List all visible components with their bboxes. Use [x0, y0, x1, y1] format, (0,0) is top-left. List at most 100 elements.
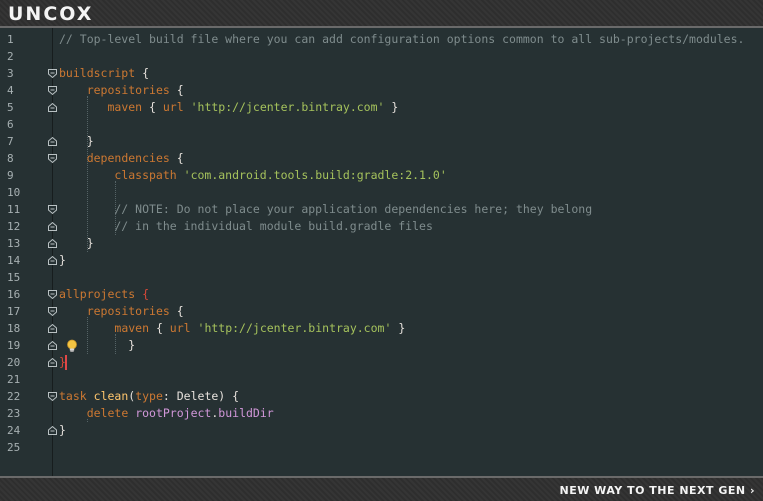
code-line[interactable]: 9 classpath 'com.android.tools.build:gra… [0, 167, 763, 184]
code-token: } [391, 321, 406, 335]
code-line[interactable]: 4 repositories { [0, 82, 763, 99]
code-text: delete rootProject.buildDir [59, 405, 274, 422]
code-token: allprojects [59, 287, 136, 301]
code-token: { [169, 304, 184, 318]
fold-collapse-icon[interactable] [47, 306, 58, 317]
code-line[interactable]: 13 } [0, 235, 763, 252]
code-token: { [169, 151, 184, 165]
fold-end-icon [48, 340, 57, 350]
code-token: { [142, 100, 163, 114]
code-editor[interactable]: 1 // Top-level build file where you can a… [0, 28, 763, 476]
fold-collapse-icon[interactable] [47, 391, 58, 402]
code-token: 'http://jcenter.bintray.com' [197, 321, 392, 335]
line-number: 14 [7, 254, 21, 267]
code-token: buildscript [59, 66, 136, 80]
code-line[interactable]: 3 buildscript { [0, 65, 763, 82]
tagline-link[interactable]: NEW WAY TO THE NEXT GEN › [560, 484, 756, 498]
fold-collapse-icon[interactable] [47, 289, 58, 300]
code-token: buildDir [218, 406, 274, 420]
code-text: } [59, 133, 94, 150]
code-line[interactable]: 7 } [0, 133, 763, 150]
code-token: { [135, 66, 150, 80]
code-text: task clean(type: Delete) { [59, 388, 239, 405]
code-line[interactable]: 23 delete rootProject.buildDir [0, 405, 763, 422]
code-line[interactable]: 22 task clean(type: Delete) { [0, 388, 763, 405]
line-number: 18 [7, 322, 21, 335]
code-line[interactable]: 20} [0, 354, 763, 371]
code-line[interactable]: 8 dependencies { [0, 150, 763, 167]
line-number: 20 [7, 356, 21, 369]
fold-collapse-icon[interactable] [47, 204, 58, 215]
line-number: 10 [7, 186, 21, 199]
code-token: // Top-level build file where you can ad… [59, 32, 745, 46]
line-number: 24 [7, 424, 21, 437]
code-token: // in the individual module build.gradle… [59, 219, 433, 233]
tagline-text: NEW WAY TO THE NEXT GEN [559, 484, 746, 497]
code-line[interactable]: 21 [0, 371, 763, 388]
line-number: 21 [7, 373, 21, 386]
lightbulb-icon[interactable] [66, 339, 78, 353]
code-text: // Top-level build file where you can ad… [59, 31, 744, 48]
header-bar: UNCOX [0, 0, 763, 28]
code-text: allprojects { [59, 286, 149, 303]
line-number: 19 [7, 339, 21, 352]
line-number: 11 [7, 203, 21, 216]
code-line[interactable]: 11 // NOTE: Do not place your applicatio… [0, 201, 763, 218]
code-token: { [149, 321, 170, 335]
code-line[interactable]: 1 // Top-level build file where you can a… [0, 31, 763, 48]
code-line[interactable]: 17 repositories { [0, 303, 763, 320]
code-token: classpath [114, 168, 177, 182]
code-token: maven [114, 321, 150, 335]
line-number: 8 [7, 152, 14, 165]
code-token: repositories [86, 83, 170, 97]
fold-end-icon [48, 255, 57, 265]
text-caret [65, 355, 67, 370]
fold-end-icon [48, 238, 57, 248]
code-text: repositories { [59, 303, 184, 320]
code-token: { [135, 287, 150, 301]
line-number: 2 [7, 50, 14, 63]
code-line[interactable]: 12 // in the individual module build.gra… [0, 218, 763, 235]
code-line[interactable]: 24} [0, 422, 763, 439]
fold-collapse-icon[interactable] [47, 85, 58, 96]
fold-end-icon [48, 425, 57, 435]
code-text: maven { url 'http://jcenter.bintray.com'… [59, 320, 405, 337]
code-text: } [59, 422, 66, 439]
code-line[interactable]: 6 [0, 116, 763, 133]
fold-collapse-icon[interactable] [47, 153, 58, 164]
fold-end-icon [48, 136, 57, 146]
line-number: 13 [7, 237, 21, 250]
line-number: 17 [7, 305, 21, 318]
code-line[interactable]: 25 [0, 439, 763, 456]
code-line[interactable]: 19 } [0, 337, 763, 354]
code-token: delete [86, 406, 129, 420]
chevron-right-icon: › [749, 484, 755, 497]
code-line[interactable]: 18 maven { url 'http://jcenter.bintray.c… [0, 320, 763, 337]
code-token: maven [107, 100, 143, 114]
fold-end-icon [48, 357, 57, 367]
fold-end-icon [48, 323, 57, 333]
code-token: 'com.android.tools.build:gradle:2.1.0' [183, 168, 447, 182]
code-token: } [384, 100, 399, 114]
code-line[interactable]: 15 [0, 269, 763, 286]
line-number: 22 [7, 390, 21, 403]
code-line[interactable]: 14} [0, 252, 763, 269]
code-token: } [59, 236, 94, 250]
fold-collapse-icon[interactable] [47, 68, 58, 79]
code-line[interactable]: 5 maven { url 'http://jcenter.bintray.co… [0, 99, 763, 116]
fold-end-icon [48, 102, 57, 112]
line-number: 7 [7, 135, 14, 148]
line-number: 6 [7, 118, 14, 131]
code-line[interactable]: 16 allprojects { [0, 286, 763, 303]
line-number: 9 [7, 169, 14, 182]
code-line[interactable]: 10 [0, 184, 763, 201]
code-line[interactable]: 2 [0, 48, 763, 65]
